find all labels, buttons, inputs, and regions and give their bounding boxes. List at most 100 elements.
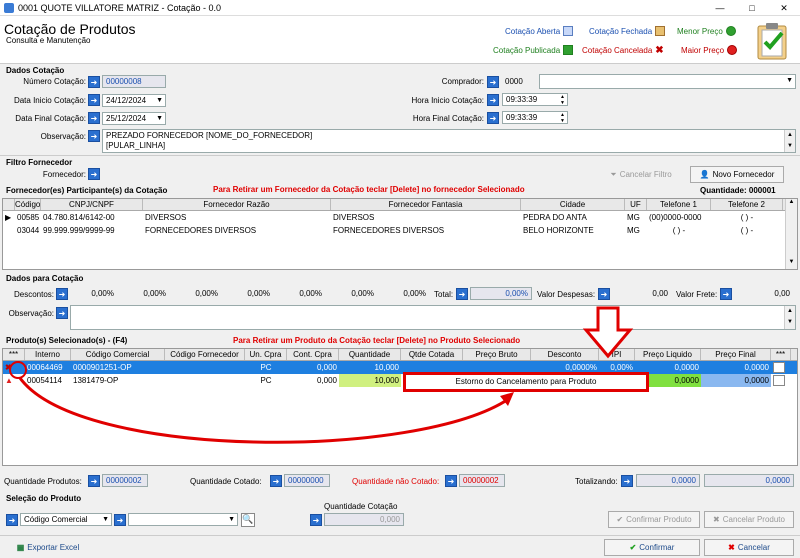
hora-final-spinner[interactable]: 09:33:39 ▲ ▼ <box>502 111 568 124</box>
descontos-arrow-button[interactable]: ➜ <box>56 288 68 300</box>
selecao-qtd-arrow-button[interactable]: ➜ <box>310 514 322 526</box>
col-uf: UF <box>625 199 647 210</box>
data-final-label: Data Final Cotação: <box>15 114 86 123</box>
legend-publicada-label: Cotação Publicada <box>493 45 561 55</box>
cancel-x-icon: ✖ <box>655 45 664 56</box>
fornecedor-arrow-button[interactable]: ➜ <box>88 168 100 180</box>
desconto-6-field[interactable]: 0,00% <box>330 287 378 300</box>
qtd-cotado-arrow-button[interactable]: ➜ <box>270 475 282 487</box>
qtd-produtos-arrow-button[interactable]: ➜ <box>88 475 100 487</box>
maximize-button[interactable]: □ <box>736 0 768 16</box>
col-cnpj: CNPJ/CNPF <box>41 199 143 210</box>
curve-arrow <box>18 377 511 444</box>
totalizando-label: Totalizando: <box>575 477 618 486</box>
filtro-section-title: Filtro Fornecedor <box>6 158 73 167</box>
divider <box>0 155 800 156</box>
selecao-produto-select[interactable]: ▼ <box>128 513 238 526</box>
open-square-icon <box>563 26 574 36</box>
observacao-arrow-button[interactable]: ➜ <box>88 130 100 142</box>
legend-publicada: Cotação Publicada <box>493 45 574 55</box>
cancelar-filtro-button[interactable]: ⏷ Cancelar Filtro <box>598 166 684 183</box>
despesas-label: Valor Despesas: <box>537 290 596 299</box>
minimize-button[interactable]: — <box>704 0 736 16</box>
qtd-nao-field: 00000002 <box>459 474 505 487</box>
close-icon: ✖ <box>728 543 735 552</box>
close-window-button[interactable]: ✕ <box>768 0 800 16</box>
data-inicio-label: Data Inicio Cotação: <box>13 96 86 105</box>
user-add-icon: 👤 <box>699 170 710 179</box>
clipboard-check-icon <box>752 20 794 62</box>
dados-section-title: Dados Cotação <box>6 66 65 75</box>
qtd-cotado-label: Quantidade Cotado: <box>190 477 262 486</box>
observacao-line-2: [PULAR_LINHA] <box>106 141 166 150</box>
cancelar-filtro-label: Cancelar Filtro <box>619 170 672 179</box>
legend-cancelada-label: Cotação Cancelada <box>582 46 653 55</box>
exportar-excel-button[interactable]: ▦ Exportar Excel <box>8 539 88 556</box>
cell: ( ) - <box>740 213 754 222</box>
selecao-qtd-label: Quantidade Cotação <box>324 502 398 511</box>
numero-label: Número Cotação: <box>23 77 86 86</box>
qtd-produtos-label: Quantidade Produtos: <box>4 477 82 486</box>
total-arrow-button[interactable]: ➜ <box>456 288 468 300</box>
data-inicio-picker[interactable]: 24/12/2024 ▼ <box>102 94 166 107</box>
legend-menor: Menor Preço <box>677 26 736 36</box>
spinner-icon: ▲ ▼ <box>560 94 565 106</box>
fornecedores-scrollbar[interactable]: ▲ ▼ <box>785 199 797 269</box>
cell: FORNECEDORES DIVERSOS <box>333 226 445 235</box>
despesas-arrow-button[interactable]: ➜ <box>598 288 610 300</box>
chevron-down-icon: ▼ <box>228 516 235 523</box>
cancelar-button[interactable]: ✖ Cancelar <box>704 539 794 556</box>
comprador-select[interactable]: ▼ <box>539 74 796 89</box>
hora-inicio-spinner[interactable]: 09:33:39 ▲ ▼ <box>502 93 568 106</box>
cell: 03044 <box>17 226 40 235</box>
desconto-5-field[interactable]: 0,00% <box>278 287 326 300</box>
selecao-produto-arrow-button[interactable]: ➜ <box>114 514 126 526</box>
frete-arrow-button[interactable]: ➜ <box>720 288 732 300</box>
desconto-7-field[interactable]: 0,00% <box>382 287 430 300</box>
confirmar-button[interactable]: ✔ Confirmar <box>604 539 700 556</box>
observacao-textarea[interactable]: PREZADO FORNECEDOR [NOME_DO_FORNECEDOR] … <box>102 129 796 153</box>
numero-arrow-button[interactable]: ➜ <box>88 76 100 88</box>
data-inicio-arrow-button[interactable]: ➜ <box>88 94 100 106</box>
annotation-overlay <box>9 306 634 444</box>
totalizando-1-field: 0,0000 <box>636 474 700 487</box>
qtd-nao-arrow-button[interactable]: ➜ <box>445 475 457 487</box>
cell: DIVERSOS <box>333 213 375 222</box>
check-icon: ✔ <box>616 515 624 524</box>
confirmar-produto-button[interactable]: ✔ Confirmar Produto <box>608 511 700 528</box>
col-codigo: Código <box>15 199 41 210</box>
desconto-3-field[interactable]: 0,00% <box>174 287 222 300</box>
novo-fornecedor-label: Novo Fornecedor <box>712 170 775 179</box>
despesas-field[interactable]: 0,00 <box>612 287 672 300</box>
numero-field[interactable]: 00000008 <box>102 75 166 88</box>
closed-box-icon <box>655 26 666 36</box>
comprador-code: 0000 <box>505 77 523 86</box>
fornecedores-grid[interactable]: Código CNPJ/CNPF Fornecedor Razão Fornec… <box>2 198 798 270</box>
filter-icon: ⏷ <box>610 169 617 179</box>
spinner-icon: ▲ ▼ <box>560 112 565 124</box>
frete-field[interactable]: 0,00 <box>734 287 794 300</box>
selecao-tipo-arrow-button[interactable]: ➜ <box>6 514 18 526</box>
totalizando-arrow-button[interactable]: ➜ <box>621 475 633 487</box>
table-row[interactable]: ▶ 00585 04.780.814/6142-00 DIVERSOS DIVE… <box>3 211 797 224</box>
observacao-scrollbar[interactable]: ▲ ▼ <box>784 130 795 152</box>
desconto-2-field[interactable]: 0,00% <box>122 287 170 300</box>
selecao-qtd-field[interactable]: 0,000 <box>324 513 404 526</box>
cancelar-label: Cancelar <box>737 543 770 552</box>
table-row[interactable]: 03044 99.999.999/9999-99 FORNECEDORES DI… <box>3 224 797 237</box>
data-final-arrow-button[interactable]: ➜ <box>88 112 100 124</box>
desconto-1-field[interactable]: 0,00% <box>70 287 118 300</box>
hora-inicio-value: 09:33:39 <box>506 95 538 104</box>
novo-fornecedor-button[interactable]: 👤 Novo Fornecedor <box>690 166 784 183</box>
search-icon[interactable]: 🔍 <box>241 513 255 527</box>
cancelar-produto-button[interactable]: ✖ Cancelar Produto <box>704 511 794 528</box>
cancelar-produto-label: Cancelar Produto <box>722 515 785 524</box>
data-final-picker[interactable]: 25/12/2024 ▼ <box>102 112 166 125</box>
hora-final-arrow-button[interactable]: ➜ <box>487 112 499 124</box>
selecao-tipo-select[interactable]: Código Comercial ▼ <box>20 513 112 526</box>
hora-inicio-arrow-button[interactable]: ➜ <box>487 94 499 106</box>
comprador-arrow-button[interactable]: ➜ <box>487 76 499 88</box>
cell: 00585 <box>17 213 40 222</box>
legend-maior-label: Maior Preço <box>681 45 725 55</box>
desconto-4-field[interactable]: 0,00% <box>226 287 274 300</box>
